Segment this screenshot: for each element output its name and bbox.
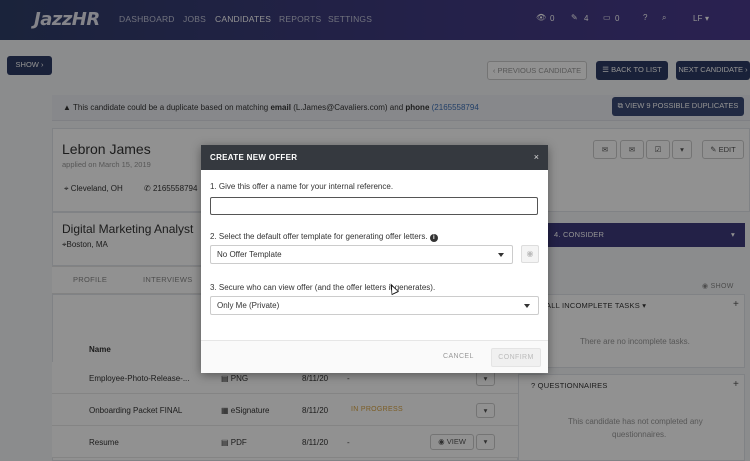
create-offer-modal: CREATE NEW OFFER × 1. Give this offer a … bbox=[201, 145, 548, 373]
offer-visibility-label: 3. Secure who can view offer (and the of… bbox=[210, 283, 436, 292]
offer-visibility-select[interactable]: Only Me (Private) bbox=[210, 296, 539, 315]
chevron-down-icon bbox=[524, 304, 530, 308]
preview-template-button[interactable]: ◉ bbox=[521, 245, 539, 263]
offer-template-label: 2. Select the default offer template for… bbox=[210, 232, 438, 242]
offer-template-value: No Offer Template bbox=[217, 250, 282, 259]
close-icon[interactable]: × bbox=[534, 145, 539, 170]
confirm-button[interactable]: CONFIRM bbox=[491, 348, 541, 367]
offer-template-label-text: 2. Select the default offer template for… bbox=[210, 232, 428, 241]
offer-visibility-value: Only Me (Private) bbox=[217, 301, 280, 310]
offer-template-select[interactable]: No Offer Template bbox=[210, 245, 513, 264]
offer-name-input[interactable] bbox=[210, 197, 538, 215]
eye-icon: ◉ bbox=[526, 249, 534, 258]
modal-title: CREATE NEW OFFER bbox=[201, 145, 548, 170]
chevron-down-icon bbox=[498, 253, 504, 257]
modal-footer: CANCEL CONFIRM bbox=[201, 340, 548, 373]
cancel-button[interactable]: CANCEL bbox=[443, 353, 474, 360]
info-icon[interactable]: i bbox=[429, 234, 438, 242]
offer-name-label: 1. Give this offer a name for your inter… bbox=[210, 182, 394, 191]
